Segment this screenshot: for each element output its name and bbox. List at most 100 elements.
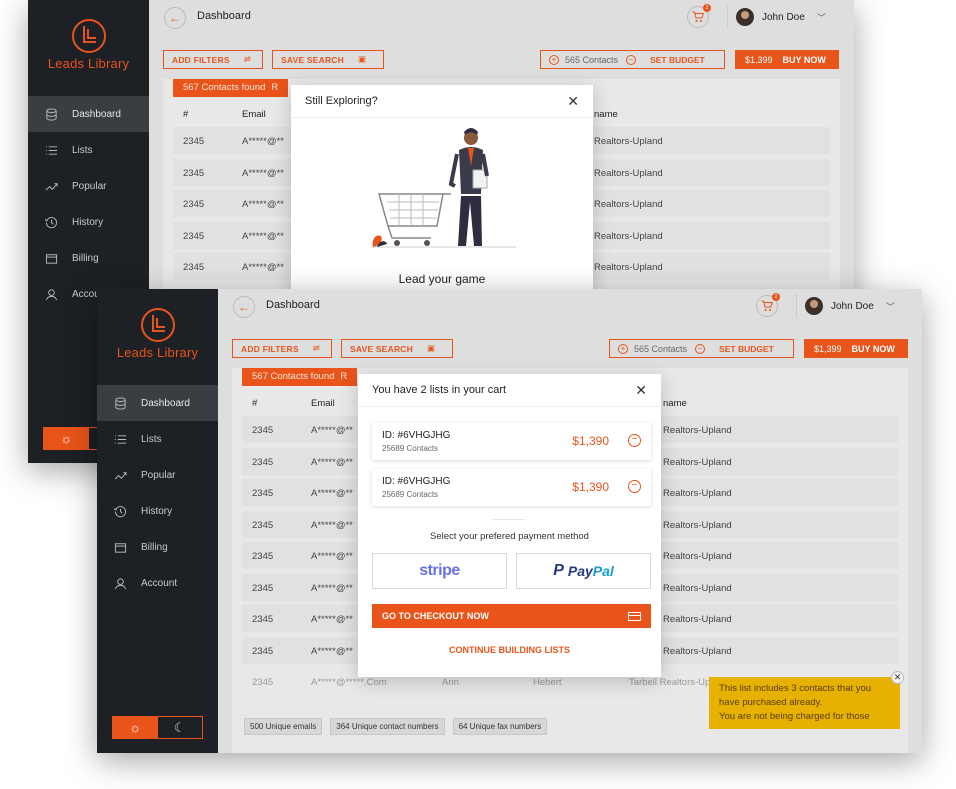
cell-email: A*****@** bbox=[311, 519, 353, 531]
logo: Leads Library bbox=[97, 307, 218, 360]
sidebar-item-lists[interactable]: Lists bbox=[28, 132, 149, 168]
cart-item-contacts: 25689 Contacts bbox=[382, 490, 439, 499]
save-search-label: SAVE SEARCH bbox=[281, 54, 344, 65]
cell-email: A*****@** bbox=[311, 425, 353, 436]
wallet-icon bbox=[44, 251, 58, 265]
cell-email: A*****@** bbox=[311, 551, 353, 562]
col-email: Email bbox=[242, 109, 266, 120]
history-icon bbox=[113, 504, 127, 518]
sun-icon[interactable]: ☼ bbox=[113, 717, 158, 738]
add-filters-button[interactable]: ADD FILTERS ⇌ bbox=[163, 50, 263, 69]
sidebar-item-lists[interactable]: Lists bbox=[97, 421, 218, 457]
sidebar-item-account[interactable]: Account bbox=[97, 565, 218, 601]
buy-now-button[interactable]: $1,399 BUY NOW bbox=[804, 339, 908, 358]
sidebar-item-label: Dashboard bbox=[141, 397, 190, 409]
sidebar-item-billing[interactable]: Billing bbox=[28, 240, 149, 276]
sun-icon[interactable]: ☼ bbox=[44, 428, 89, 449]
add-filters-button[interactable]: ADD FILTERS ⇌ bbox=[232, 339, 332, 358]
close-icon[interactable]: ✕ bbox=[891, 671, 904, 684]
close-icon[interactable]: ✕ bbox=[635, 382, 647, 399]
plus-circle-icon[interactable]: + bbox=[549, 54, 559, 65]
modal-header: Still Exploring? ✕ bbox=[291, 85, 593, 118]
sidebar: Leads Library Dashboard Lists Popular Hi… bbox=[97, 289, 218, 753]
paypal-option[interactable]: P Pay Pal bbox=[516, 553, 651, 589]
save-search-button[interactable]: SAVE SEARCH ▣ bbox=[272, 50, 384, 69]
minus-circle-icon[interactable]: − bbox=[695, 343, 706, 354]
trending-icon bbox=[113, 468, 127, 482]
close-icon[interactable]: ✕ bbox=[567, 93, 579, 110]
cell-company: Realtors-Upland bbox=[594, 199, 663, 210]
contacts-budget-box: + 565 Contacts − SET BUDGET bbox=[540, 50, 725, 69]
logo-text: Leads Library bbox=[116, 345, 199, 360]
list-icon bbox=[44, 143, 58, 157]
cart-button[interactable]: 2 bbox=[756, 293, 780, 317]
cell-email: A*****@** bbox=[311, 488, 353, 499]
sidebar-item-popular[interactable]: Popular bbox=[97, 457, 218, 493]
col-name: name bbox=[594, 109, 618, 120]
contacts-found-badge: 567 Contacts found R bbox=[173, 79, 289, 97]
sidebar-item-label: History bbox=[72, 216, 104, 228]
list-icon bbox=[113, 432, 127, 446]
avatar bbox=[805, 297, 823, 315]
cell-company: Realtors-Upland bbox=[594, 230, 663, 242]
moon-icon[interactable]: ☾ bbox=[158, 717, 203, 738]
modal-title: You have 2 lists in your cart bbox=[372, 384, 507, 396]
user-icon bbox=[44, 287, 58, 301]
user-menu[interactable]: John Doe ﹀ bbox=[796, 294, 903, 318]
stripe-logo: stripe bbox=[419, 562, 460, 579]
remove-item-icon[interactable]: − bbox=[628, 480, 641, 493]
cell-company: Realtors-Upland bbox=[663, 456, 732, 468]
credit-card-icon bbox=[628, 611, 641, 621]
payment-method-label: Select your prefered payment method bbox=[430, 531, 589, 542]
cart-item-contacts: 25689 Contacts bbox=[382, 444, 439, 453]
sidebar-item-billing[interactable]: Billing bbox=[97, 529, 218, 565]
minus-circle-icon[interactable]: − bbox=[626, 54, 637, 65]
sidebar-item-dashboard[interactable]: Dashboard bbox=[97, 385, 218, 421]
cell-email: A*****@*****.Com bbox=[311, 677, 387, 688]
user-menu[interactable]: John Doe ﹀ bbox=[727, 5, 834, 29]
back-arrow-icon[interactable]: ← bbox=[233, 296, 255, 318]
avatar bbox=[736, 8, 754, 26]
save-search-button[interactable]: SAVE SEARCH ▣ bbox=[341, 339, 453, 358]
cell-first-name: Ann bbox=[442, 677, 459, 688]
contacts-found-suffix: R bbox=[340, 371, 348, 382]
theme-toggle[interactable]: ☼ ☾ bbox=[112, 716, 203, 739]
sidebar-item-history[interactable]: History bbox=[28, 204, 149, 240]
continue-building-link[interactable]: CONTINUE BUILDING LISTS bbox=[358, 645, 661, 655]
cart-item: ID: #6VHGJHG 25689 Contacts $1,390 − bbox=[372, 469, 651, 506]
database-icon bbox=[113, 396, 127, 410]
cell-company: Realtors-Upland bbox=[663, 582, 732, 594]
user-name: John Doe bbox=[831, 300, 874, 312]
buy-now-button[interactable]: $1,399 BUY NOW bbox=[735, 50, 839, 69]
database-icon bbox=[44, 107, 58, 121]
cell-num: 2345 bbox=[183, 199, 205, 210]
cell-last-name: Hebert bbox=[533, 677, 562, 688]
back-arrow-icon[interactable]: ← bbox=[164, 7, 186, 29]
cell-email: A*****@** bbox=[242, 167, 284, 179]
price-value: $1,399 bbox=[745, 54, 773, 65]
cell-num: 2345 bbox=[183, 230, 205, 242]
checkout-button[interactable]: GO TO CHECKOUT NOW bbox=[372, 604, 651, 628]
purchased-contacts-toast: This list includes 3 contacts that you h… bbox=[709, 671, 904, 729]
contacts-budget-box: + 565 Contacts − SET BUDGET bbox=[609, 339, 794, 358]
cell-company: Realtors-Upland bbox=[663, 645, 732, 657]
cell-email: A*****@** bbox=[242, 199, 284, 210]
set-budget-button[interactable]: SET BUDGET bbox=[650, 55, 705, 65]
cell-email: A*****@** bbox=[311, 645, 353, 657]
cell-email: A*****@** bbox=[242, 136, 284, 147]
paypal-logo: P Pay Pal bbox=[553, 562, 614, 580]
cell-company: Realtors-Upland bbox=[663, 519, 732, 531]
remove-item-icon[interactable]: − bbox=[628, 434, 641, 447]
stripe-option[interactable]: stripe bbox=[372, 553, 507, 589]
sidebar-item-dashboard[interactable]: Dashboard bbox=[28, 96, 149, 132]
sidebar-item-label: Billing bbox=[72, 252, 99, 264]
sidebar-item-history[interactable]: History bbox=[97, 493, 218, 529]
cart-icon bbox=[761, 300, 773, 311]
plus-circle-icon[interactable]: + bbox=[618, 343, 628, 354]
sidebar-item-label: Popular bbox=[72, 180, 107, 192]
cell-num: 2345 bbox=[252, 488, 274, 499]
set-budget-button[interactable]: SET BUDGET bbox=[719, 344, 774, 354]
stats-bar: 500 Unique emails 364 Unique contact num… bbox=[244, 718, 548, 735]
sidebar-item-popular[interactable]: Popular bbox=[28, 168, 149, 204]
cart-button[interactable]: 2 bbox=[687, 4, 711, 28]
